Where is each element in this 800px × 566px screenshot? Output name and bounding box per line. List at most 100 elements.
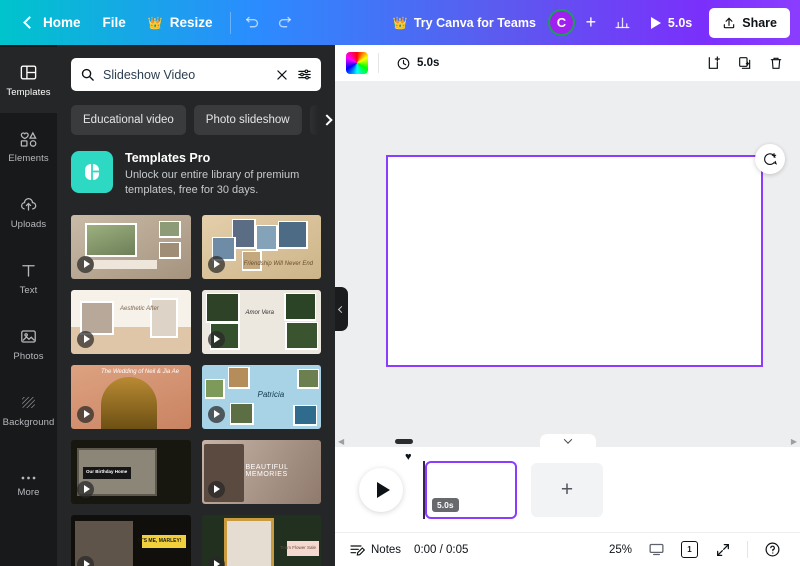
template-card[interactable] [71, 214, 191, 279]
share-button[interactable]: Share [709, 7, 790, 38]
page-count-label: 1 [687, 545, 692, 554]
template-card[interactable]: Amor Vera [201, 289, 321, 354]
notes-button[interactable]: Notes [349, 542, 401, 558]
bar-chart-icon [615, 17, 630, 29]
redo-button[interactable] [269, 7, 301, 39]
duplicate-page-button[interactable] [731, 50, 758, 77]
photos-image-icon [21, 329, 36, 343]
sidebar-item-text[interactable]: Text [0, 245, 57, 311]
play-icon [650, 16, 661, 29]
clear-search-button[interactable] [275, 68, 289, 82]
playback-time-label: 0:00 / 0:05 [414, 543, 469, 556]
sidebar-item-photos[interactable]: Photos [0, 311, 57, 377]
timeline-play-button[interactable] [359, 467, 403, 512]
fullscreen-button[interactable] [709, 536, 736, 563]
canvas-viewport[interactable]: ◀ ▶ [335, 82, 800, 447]
resize-button[interactable]: 👑 Resize [137, 8, 224, 38]
file-label: File [102, 15, 126, 30]
status-divider [747, 541, 748, 558]
clock-icon [397, 57, 410, 69]
sidebar-item-label: Background [2, 416, 55, 428]
scroll-right-icon[interactable]: ▶ [791, 437, 797, 446]
heart-icon[interactable]: ♥ [405, 451, 412, 463]
add-comment-button[interactable] [755, 144, 785, 174]
play-badge-icon [207, 405, 225, 423]
presenter-view-button[interactable] [643, 536, 670, 563]
sidebar-item-templates[interactable]: Templates [0, 47, 57, 113]
header-divider [229, 11, 231, 34]
more-dots-icon [21, 476, 36, 480]
template-card[interactable]: Friendship Will Never End [201, 214, 321, 279]
template-caption: IT'S ME, MARLEY! [138, 537, 182, 544]
text-t-icon [22, 264, 35, 277]
play-badge-icon [77, 330, 94, 348]
design-page-canvas[interactable] [386, 154, 763, 367]
sidebar-item-label: Templates [6, 86, 51, 98]
file-menu-button[interactable]: File [92, 8, 137, 38]
crown-icon: 👑 [392, 15, 408, 30]
delete-page-button[interactable] [762, 50, 789, 77]
status-bar: Notes 0:00 / 0:05 25% 1 [335, 532, 800, 566]
timeline-page-thumbnail[interactable]: 5.0s [425, 460, 517, 519]
filter-button[interactable] [297, 67, 312, 82]
preview-play-button[interactable]: 5.0s [641, 8, 702, 38]
play-badge-icon [77, 405, 94, 423]
scroll-left-icon[interactable]: ◀ [338, 437, 344, 446]
add-page-button[interactable] [700, 50, 727, 77]
pills-scroll-next-button[interactable] [299, 105, 335, 135]
filter-sliders-icon [298, 69, 311, 80]
search-box[interactable] [71, 58, 321, 91]
scrollbar-thumb[interactable] [395, 439, 413, 444]
sidebar-item-label: Uploads [10, 218, 47, 230]
insights-button[interactable] [607, 7, 639, 39]
templates-pro-promo[interactable]: Templates Pro Unlock our entire library … [57, 135, 335, 199]
template-card[interactable]: Our Birthday Home [71, 439, 191, 504]
template-caption: Aesthetic After [120, 305, 159, 312]
home-button[interactable]: Home [14, 8, 92, 38]
sidebar-item-background[interactable]: Background [0, 377, 57, 443]
sidebar-item-label: More [17, 487, 40, 498]
upload-icon [724, 17, 735, 28]
rainbow-color-icon[interactable] [346, 52, 368, 74]
undo-button[interactable] [237, 7, 269, 39]
sidebar-item-uploads[interactable]: Uploads [0, 179, 57, 245]
template-card[interactable]: IT'S ME, MARLEY! [71, 514, 191, 566]
pill-photo-slideshow[interactable]: Photo slideshow [193, 105, 302, 135]
top-header-bar: Home File 👑 Resize 👑 Try Canva for Teams… [0, 0, 800, 45]
page-manager-button[interactable]: 1 [681, 541, 698, 558]
timeline-collapse-tab[interactable] [539, 434, 596, 447]
duplicate-page-icon [738, 57, 750, 69]
pill-educational-video[interactable]: Educational video [71, 105, 186, 135]
template-card[interactable]: The Wedding of Neil & Jia Ae [71, 364, 191, 429]
undo-icon [245, 16, 259, 28]
help-button[interactable] [759, 536, 786, 563]
template-card[interactable]: BEAUTIFUL MEMORIES [201, 439, 321, 504]
panel-collapse-handle[interactable] [335, 287, 348, 331]
header-left-group: Home File 👑 Resize [0, 0, 301, 45]
avatar[interactable]: C [547, 9, 575, 36]
timeline-bar: ♥ 5.0s + [335, 447, 800, 532]
template-card[interactable]: Team Flower Sale [201, 514, 321, 566]
left-tool-rail: Templates Elements Uploads Text Photos B… [0, 45, 57, 566]
toolbar-divider [378, 53, 379, 73]
pill-label: Photo slideshow [205, 114, 290, 126]
add-collaborator-button[interactable]: + [577, 9, 605, 37]
zoom-level[interactable]: 25% [609, 544, 632, 556]
templates-panel: Educational video Photo slideshow Bu [57, 45, 335, 566]
help-circle-icon [765, 542, 780, 557]
redo-icon [278, 16, 292, 28]
sidebar-item-more[interactable]: More [0, 453, 57, 519]
template-caption: Friendship Will Never End [243, 260, 313, 267]
try-canva-for-teams-button[interactable]: 👑 Try Canva for Teams [383, 8, 546, 38]
sidebar-item-elements[interactable]: Elements [0, 113, 57, 179]
template-card[interactable]: Patricia [201, 364, 321, 429]
page-duration-button[interactable]: 5.0s [389, 50, 446, 76]
category-pills: Educational video Photo slideshow Bu [57, 91, 335, 135]
timeline-pages: 5.0s + [423, 460, 603, 519]
template-card[interactable]: Aesthetic After [71, 289, 191, 354]
sidebar-item-label: Text [19, 284, 38, 296]
search-input[interactable] [103, 67, 267, 82]
timeline-add-page-button[interactable]: + [531, 462, 603, 517]
template-caption: Team Flower Sale [279, 544, 316, 550]
play-badge-icon [77, 255, 94, 273]
